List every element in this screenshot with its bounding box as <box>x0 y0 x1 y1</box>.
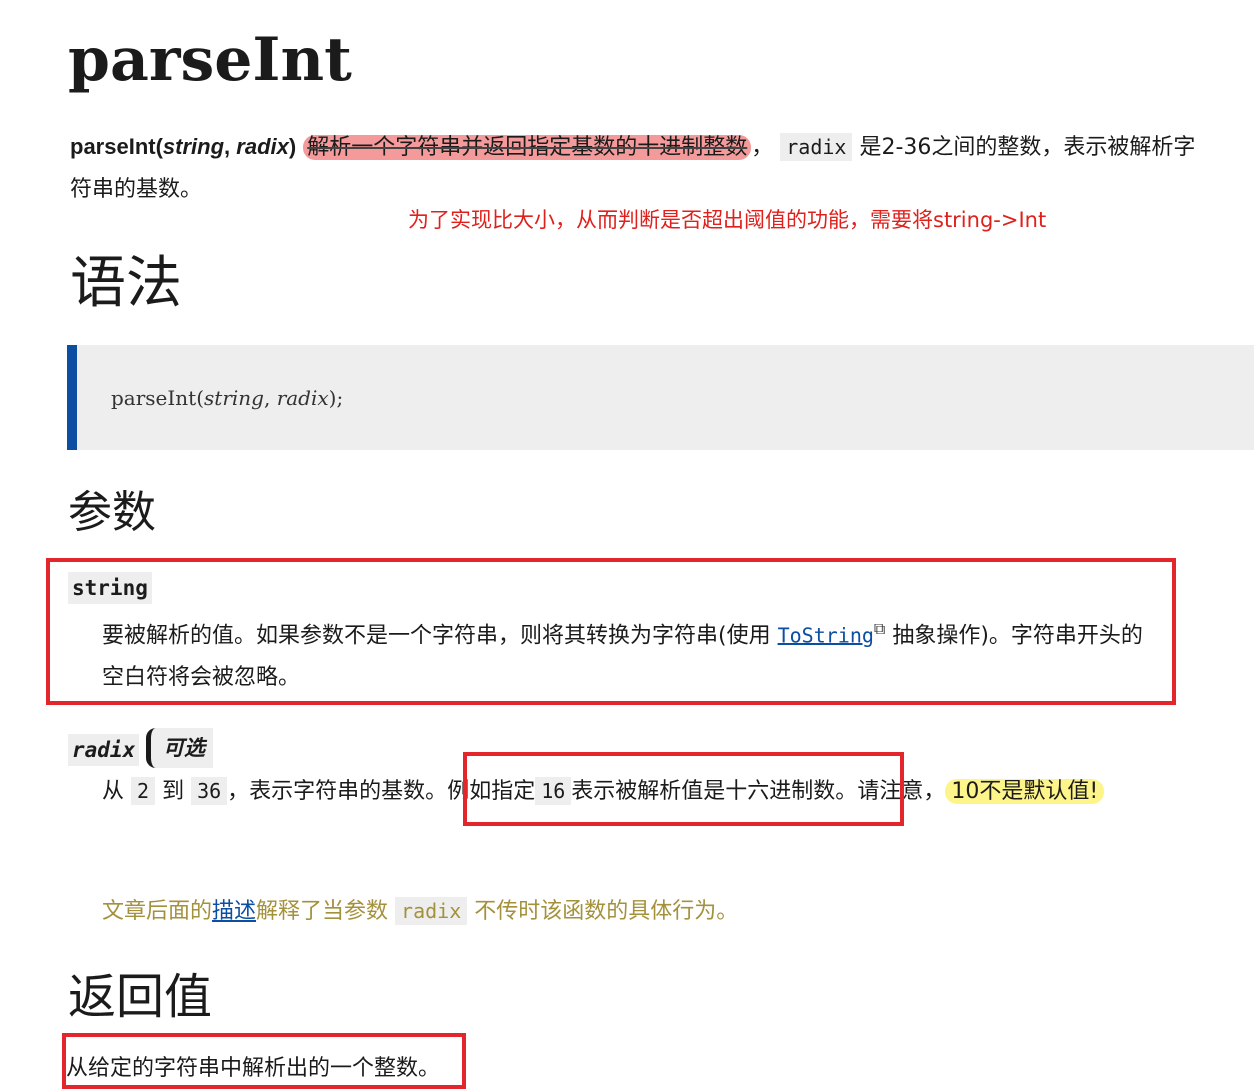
highlighted-summary: 解析一个字符串并返回指定基数的十进制整数 <box>303 135 752 160</box>
parameters-heading: 参数 <box>68 487 156 538</box>
annotation-box-hex-example <box>463 752 904 826</box>
radix-code: radix <box>780 133 853 161</box>
return-heading: 返回值 <box>68 969 213 1025</box>
optional-badge: 可选 <box>146 728 213 768</box>
radix-note: 文章后面的描述解释了当参数 radix 不传时该函数的具体行为。 <box>102 897 739 925</box>
note-radix-code: radix <box>395 897 468 925</box>
radix-min: 2 <box>131 777 156 805</box>
syntax-heading: 语法 <box>70 251 182 316</box>
param-radix-name: radix <box>68 734 140 766</box>
page-title: parseInt <box>68 25 352 95</box>
syntax-code: parseInt(string, radix); <box>111 386 344 410</box>
radix-max: 36 <box>191 777 228 805</box>
annotation-box-string-param <box>46 558 1176 705</box>
red-annotation: 为了实现比大小，从而判断是否超出阈值的功能，需要将string->Int <box>408 208 1047 232</box>
summary-paragraph: parseInt(string, radix) 解析一个字符串并返回指定基数的十… <box>70 133 1196 202</box>
description-link[interactable]: 描述 <box>212 899 256 924</box>
signature: parseInt(string, radix) <box>70 134 297 159</box>
annotation-box-return <box>62 1033 466 1089</box>
highlight-not-default: 10不是默认值! <box>945 779 1105 804</box>
